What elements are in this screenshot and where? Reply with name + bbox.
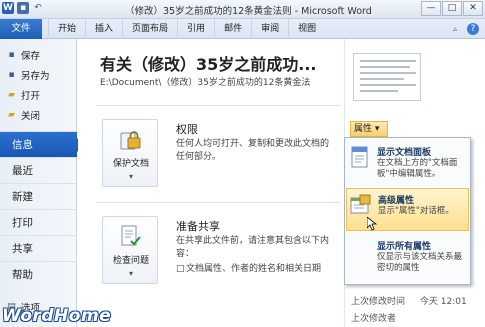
quick-access-toolbar: W ▪ ↶ — [2, 2, 44, 14]
nav-item-print[interactable]: 打印 — [0, 209, 77, 235]
tab-view[interactable]: 视图 — [288, 19, 325, 39]
check-issues-label: 检查问题 — [112, 256, 149, 266]
window-controls: — □ ✕ — [421, 1, 483, 16]
mouse-cursor-icon — [367, 217, 377, 231]
open-folder-icon: ▰ — [8, 89, 15, 100]
close-doc-icon: ▰ — [8, 109, 15, 120]
tab-review[interactable]: 审阅 — [251, 19, 288, 39]
sharing-bullet: □ 文档属性、作者的姓名和相关日期 — [176, 263, 336, 276]
menu-item-description: 显示"属性"对话框。 — [378, 206, 454, 216]
nav-item-close[interactable]: ▰ 关闭 — [0, 105, 77, 125]
ribbon-tabs: 文件 开始 插入 页面布局 引用 邮件 审阅 视图 ▵ ? — [0, 19, 485, 39]
nav-item-share[interactable]: 共享 — [0, 235, 77, 261]
menu-item-show-all-properties[interactable]: 显示所有属性 仅显示与该文档关系最密切的属性 — [346, 235, 469, 278]
lock-icon — [120, 131, 141, 150]
help-icon[interactable]: ? — [467, 23, 479, 35]
protect-document-button[interactable]: 保护文档 ▾ — [102, 119, 158, 187]
nav-item-label: 关闭 — [21, 111, 41, 122]
menu-item-show-document-panel[interactable]: 显示文档面板 在文档上方的"文档面板"中编辑属性。 — [346, 141, 469, 184]
last-modified-by-row: 上次修改者 — [351, 311, 396, 324]
tab-insert[interactable]: 插入 — [85, 19, 122, 39]
chevron-up-icon[interactable]: ▵ — [453, 25, 461, 33]
protect-document-label: 保护文档 — [112, 159, 149, 169]
permissions-title: 权限 — [176, 123, 198, 136]
save-icon[interactable]: ▪ — [17, 2, 29, 14]
ribbon-right-controls: ▵ ? — [453, 23, 479, 35]
document-title: 有关（修改）35岁之前成功... — [100, 55, 317, 74]
tab-mailings[interactable]: 邮件 — [214, 19, 251, 39]
menu-item-advanced-properties[interactable]: 高级属性 显示"属性"对话框。 — [346, 188, 469, 231]
window-title: （修改）35岁之前成功的12条黄金法则 - Microsoft Word — [125, 6, 372, 17]
check-document-icon — [121, 225, 141, 246]
divider — [96, 105, 341, 106]
prepare-sharing-title: 准备共享 — [176, 220, 220, 233]
chevron-down-icon: ▾ — [128, 269, 133, 278]
document-path[interactable]: E:\Document\（修改）35岁之前成功的12条黄金法 — [100, 75, 310, 88]
undo-icon[interactable]: ↶ — [32, 2, 44, 14]
tab-page-layout[interactable]: 页面布局 — [122, 19, 177, 39]
prepare-sharing-description: 在共享此文件前，请注意其包含以下内容： — [176, 236, 330, 259]
nav-item-recent[interactable]: 最近 — [0, 157, 77, 183]
menu-item-title: 显示所有属性 — [377, 242, 432, 252]
divider — [96, 202, 341, 203]
close-window-button[interactable]: ✕ — [463, 1, 483, 16]
document-panel-icon — [351, 146, 368, 168]
nav-item-info[interactable]: 信息 — [0, 131, 84, 157]
menu-item-title: 显示文档面板 — [377, 148, 432, 158]
last-modified-by-label: 上次修改者 — [351, 314, 397, 324]
nav-item-label: 保存 — [21, 51, 41, 62]
last-modified-label: 上次修改时间 — [351, 297, 406, 307]
nav-item-new[interactable]: 新建 — [0, 183, 77, 209]
tab-references[interactable]: 引用 — [177, 19, 214, 39]
nav-item-label: 打开 — [21, 91, 41, 102]
sharing-bullet-text: 文档属性、作者的姓名和相关日期 — [186, 264, 322, 274]
nav-item-label: 另存为 — [21, 71, 50, 82]
info-main: 有关（修改）35岁之前成功... E:\Document\（修改）35岁之前成功… — [78, 39, 343, 327]
maximize-button[interactable]: □ — [442, 1, 462, 16]
properties-dropdown-button[interactable]: 属性 ▾ — [350, 121, 388, 137]
word-icon[interactable]: W — [2, 2, 14, 14]
watermark: WordHome — [2, 306, 112, 326]
advanced-properties-icon — [350, 194, 371, 214]
last-modified-row: 上次修改时间 今天 12:01 — [351, 294, 467, 307]
bullet-dot: □ — [176, 264, 185, 274]
nav-item-save-as[interactable]: ▪ 另存为 — [0, 65, 77, 85]
save-as-icon: ▪ — [8, 69, 15, 80]
document-thumbnail — [353, 53, 421, 101]
last-modified-value: 今天 12:01 — [419, 297, 467, 307]
menu-item-description: 仅显示与该文档关系最密切的属性 — [377, 252, 463, 273]
permissions-description: 任何人均可打开、复制和更改此文档的任何部分。 — [176, 139, 330, 162]
tab-home[interactable]: 开始 — [48, 19, 85, 39]
minimize-button[interactable]: — — [421, 1, 441, 16]
save-icon: ▪ — [8, 49, 15, 60]
nav-item-open[interactable]: ▰ 打开 — [0, 85, 77, 105]
chevron-down-icon: ▾ — [128, 172, 133, 181]
check-issues-button[interactable]: 检查问题 ▾ — [102, 216, 158, 284]
menu-item-title: 高级属性 — [378, 196, 415, 206]
title-bar: W ▪ ↶ （修改）35岁之前成功的12条黄金法则 - Microsoft Wo… — [0, 0, 485, 19]
properties-menu: 显示文档面板 在文档上方的"文档面板"中编辑属性。 高级属性 显示"属性"对话框… — [344, 137, 471, 285]
tab-file[interactable]: 文件 — [0, 19, 42, 39]
nav-item-help[interactable]: 帮助 — [0, 261, 77, 287]
backstage-nav: ▪ 保存 ▪ 另存为 ▰ 打开 ▰ 关闭 信息 最近 新建 打印 共享 帮助 ▤… — [0, 39, 84, 327]
nav-item-save[interactable]: ▪ 保存 — [0, 45, 77, 65]
menu-item-description: 在文档上方的"文档面板"中编辑属性。 — [377, 158, 458, 179]
